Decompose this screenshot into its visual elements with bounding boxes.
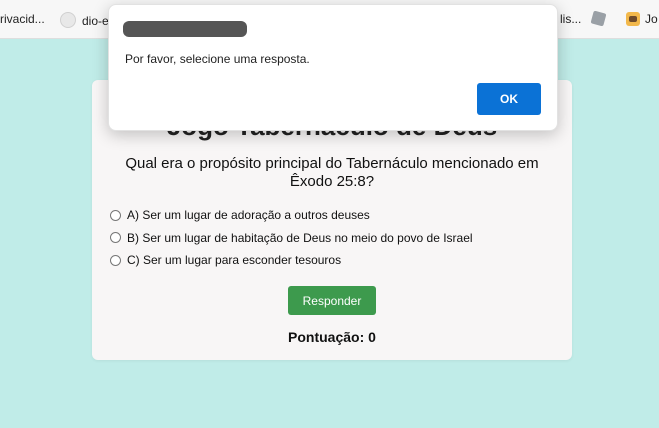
alert-dialog: Por favor, selecione uma resposta. OK (108, 4, 558, 131)
bookmark-label: dio-e (82, 14, 109, 28)
bookmark-label: Jo (645, 12, 658, 26)
answer-option-c[interactable]: C) Ser um lugar para esconder tesouros (110, 249, 550, 272)
score-value: 0 (368, 329, 376, 345)
bookmark-item[interactable]: lis... (560, 12, 581, 26)
bookmark-item[interactable] (590, 10, 607, 27)
answer-option-label: A) Ser um lugar de adoração a outros deu… (127, 208, 370, 223)
alert-message: Por favor, selecione uma resposta. (125, 52, 310, 66)
radio-button[interactable] (110, 232, 121, 244)
question-text: Qual era o propósito principal do Tabern… (125, 155, 539, 190)
answer-option-a[interactable]: A) Ser um lugar de adoração a outros deu… (110, 204, 550, 227)
answer-option-b[interactable]: B) Ser um lugar de habitação de Deus no … (110, 227, 550, 250)
submit-answer-button[interactable]: Responder (288, 286, 376, 315)
score-display: Pontuação: 0 (92, 329, 572, 345)
answer-options: A) Ser um lugar de adoração a outros deu… (110, 204, 550, 272)
alert-origin-redacted (123, 21, 247, 37)
radio-button[interactable] (110, 209, 121, 221)
answer-option-label: C) Ser um lugar para esconder tesouros (127, 253, 342, 268)
bookmark-item[interactable]: Jo (626, 12, 658, 26)
roblox-icon (590, 10, 607, 27)
bookmark-label: lis... (560, 12, 582, 26)
bookmark-item[interactable]: rivacid... (0, 12, 45, 26)
bookmark-label: rivacid... (0, 12, 45, 26)
answer-option-label: B) Ser um lugar de habitação de Deus no … (127, 230, 473, 245)
github-icon (60, 12, 76, 28)
score-label: Pontuação: (288, 329, 365, 345)
ok-button[interactable]: OK (477, 83, 541, 115)
bookmark-item[interactable]: dio-e (60, 12, 109, 28)
emoji-avatar-icon (626, 12, 640, 26)
radio-button[interactable] (110, 254, 121, 266)
